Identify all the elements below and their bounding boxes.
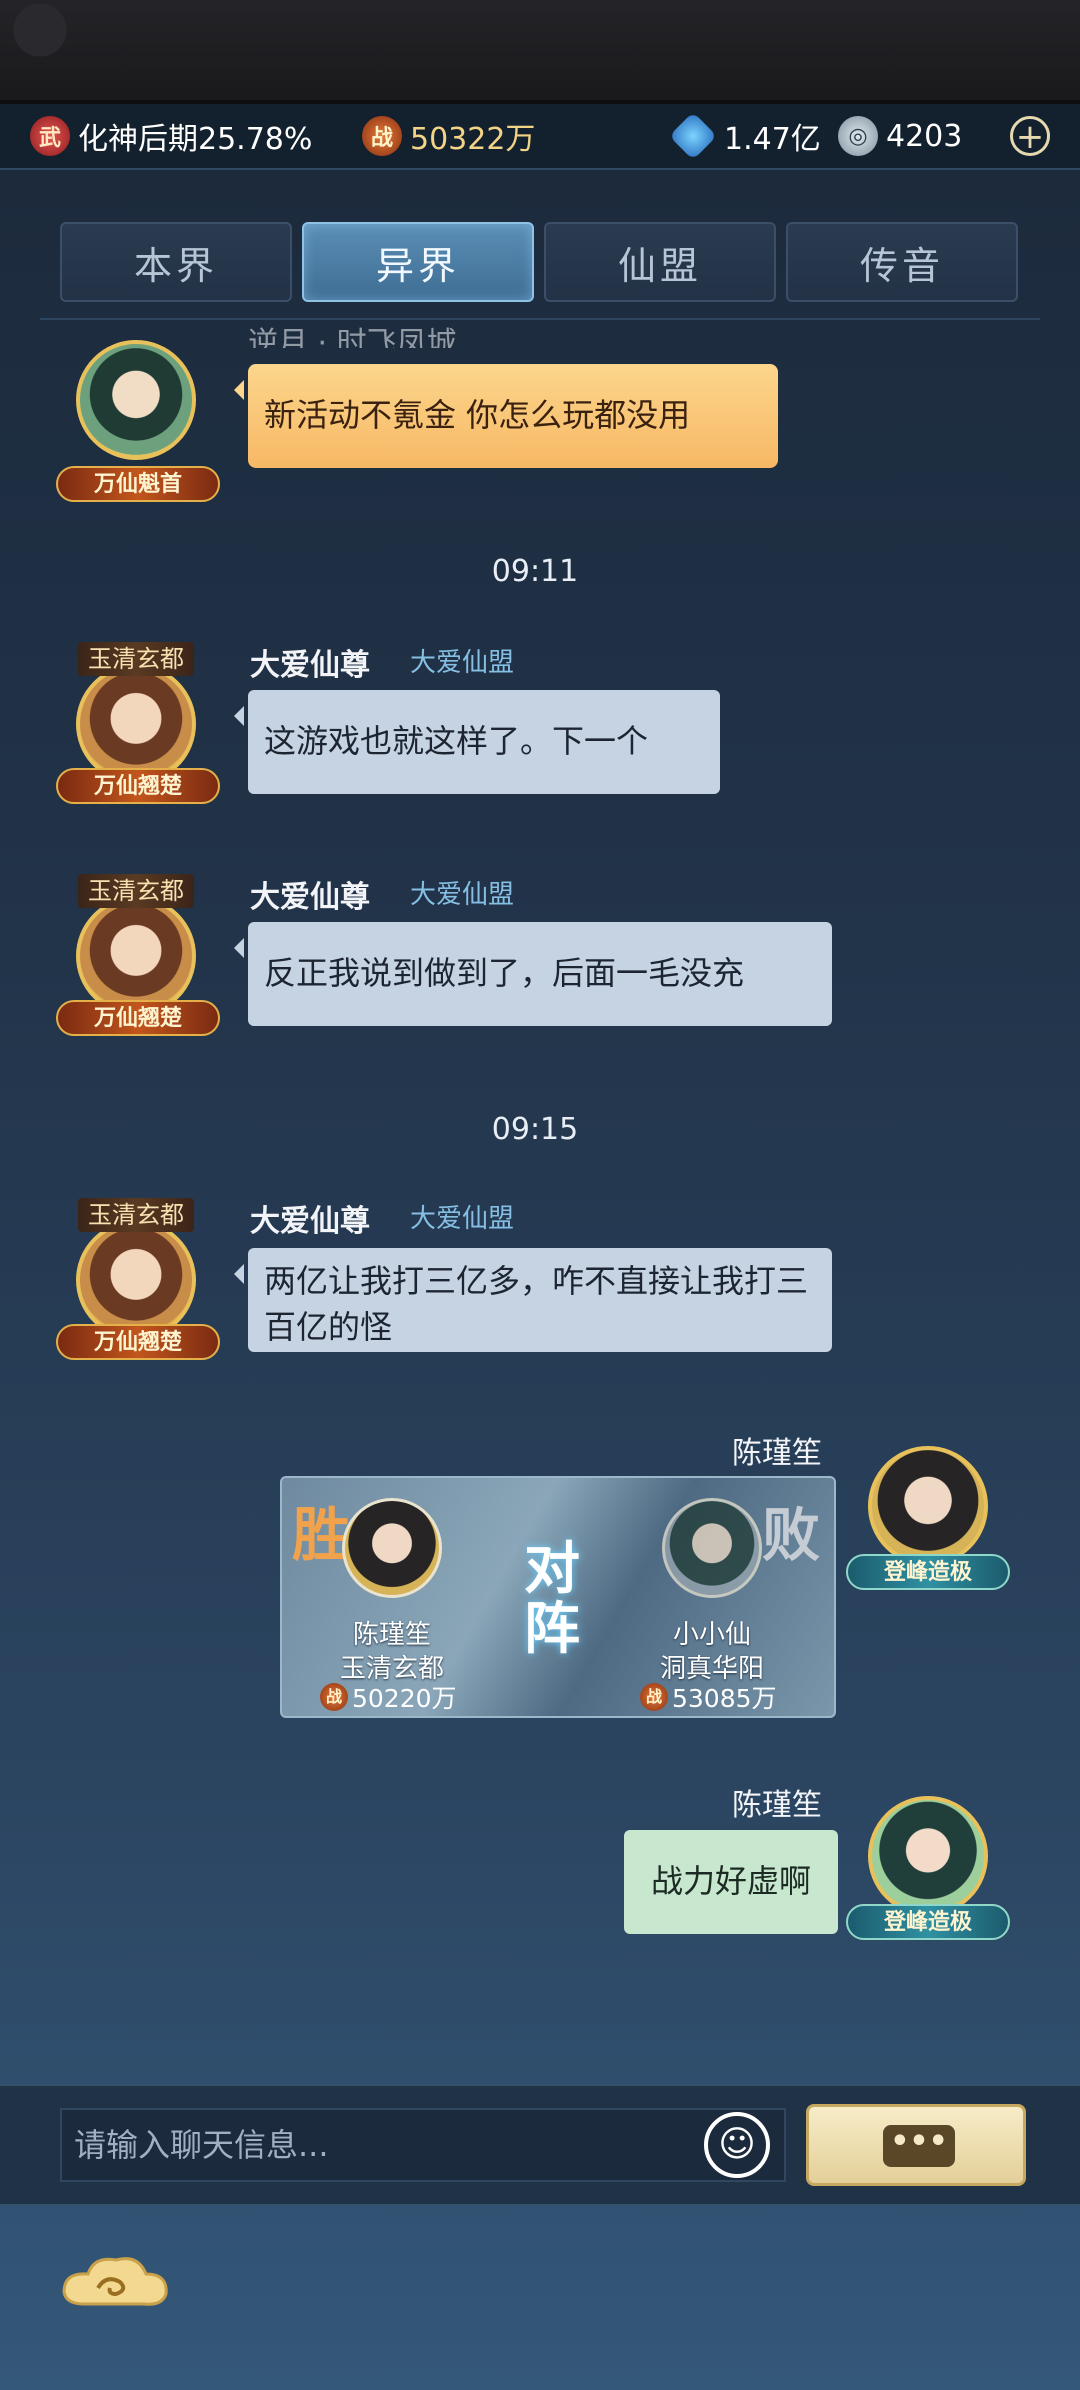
chat-bubble[interactable]: 这游戏也就这样了。下一个 <box>234 690 720 794</box>
message-icon: ••• <box>883 2125 955 2167</box>
chat-bubble[interactable]: 战力好虚啊 <box>624 1830 838 1934</box>
avatar[interactable]: 登峰造极 <box>846 1782 1010 1940</box>
send-button[interactable]: ••• <box>806 2104 1026 2186</box>
message-sender[interactable]: 大爱仙尊 <box>250 1196 370 1240</box>
avatar[interactable]: 万仙魁首 <box>56 340 220 502</box>
title-badge: 万仙翘楚 <box>56 768 220 804</box>
cloud-menu-icon[interactable] <box>54 2248 174 2318</box>
message-sender[interactable]: 大爱仙尊 <box>250 640 370 684</box>
timestamp: 09:11 <box>491 554 579 589</box>
sender-guild: 大爱仙盟 <box>410 880 515 910</box>
battle-record-card[interactable]: 胜 败 陈瑾笙 玉清玄都 战 50220万 对 阵 小小仙 洞真华阳 战 530… <box>280 1476 836 1718</box>
title-badge: 登峰造极 <box>846 1904 1010 1940</box>
coin-icon: ◎ <box>838 116 878 156</box>
combat-power-icon: 战 <box>320 1683 348 1711</box>
avatar-portrait <box>76 1220 196 1340</box>
title-badge: 万仙翘楚 <box>56 1324 220 1360</box>
avatar[interactable]: 登峰造极 <box>846 1432 1010 1590</box>
versus-label-2: 阵 <box>524 1596 580 1662</box>
top-decoration <box>0 0 1080 104</box>
player-name: 小小仙 <box>672 1620 751 1650</box>
combat-power-icon: 战 <box>640 1683 668 1711</box>
message-sender-partial: 逆月 · 时飞凤城 <box>248 326 457 348</box>
resource-bar: 武 化神后期25.78% 战 50322万 1.47亿 ◎ 4203 + <box>0 104 1080 170</box>
coin-value: 4203 <box>886 118 963 154</box>
avatar-portrait <box>76 896 196 1016</box>
player-name: 陈瑾笙 <box>352 1620 431 1650</box>
combat-power-value: 50322万 <box>410 122 536 157</box>
chat-channel-tabs: 本界 异界 仙盟 传音 <box>60 222 1018 302</box>
sender-guild: 大爱仙盟 <box>410 648 515 678</box>
add-currency-button[interactable]: + <box>1010 116 1050 156</box>
player-portrait <box>662 1498 762 1598</box>
chat-input[interactable]: 请输入聊天信息... <box>60 2108 786 2182</box>
avatar[interactable]: 玉清玄都 万仙翘楚 <box>56 642 220 804</box>
player-portrait <box>342 1498 442 1598</box>
message-sender[interactable]: 陈瑾笙 <box>732 1780 822 1824</box>
message-sender[interactable]: 大爱仙尊 <box>250 872 370 916</box>
timestamp: 09:15 <box>491 1112 579 1147</box>
tab-divider <box>40 318 1040 320</box>
sender-guild: 大爱仙盟 <box>410 1204 515 1234</box>
realm-progress: 武 化神后期25.78% <box>30 104 312 168</box>
combat-power: 战 50322万 <box>362 104 535 168</box>
crystal-icon <box>668 111 718 161</box>
coin-currency: ◎ 4203 <box>838 104 962 168</box>
avatar-title: 玉清玄都 <box>78 642 194 676</box>
wu-icon: 武 <box>30 116 70 156</box>
tab-yijie[interactable]: 异界 <box>302 222 534 302</box>
tab-benjie[interactable]: 本界 <box>60 222 292 302</box>
avatar-portrait <box>868 1446 988 1566</box>
tab-chuanyin[interactable]: 传音 <box>786 222 1018 302</box>
player-power: 战 53085万 <box>640 1680 800 1714</box>
battle-left-player: 陈瑾笙 玉清玄都 战 50220万 <box>282 1478 502 1716</box>
avatar-portrait <box>76 664 196 784</box>
tab-xianmeng[interactable]: 仙盟 <box>544 222 776 302</box>
chat-bubble[interactable]: 反正我说到做到了，后面一毛没充 <box>234 922 832 1026</box>
title-badge: 登峰造极 <box>846 1554 1010 1590</box>
crystal-currency: 1.47亿 <box>668 104 821 168</box>
title-badge: 万仙魁首 <box>56 466 220 502</box>
combat-power-icon: 战 <box>362 116 402 156</box>
chat-input-bar: 请输入聊天信息... ☺ ••• <box>0 2084 1080 2206</box>
player-power: 战 50220万 <box>320 1680 480 1714</box>
chat-bubble[interactable]: 两亿让我打三亿多，咋不直接让我打三百亿的怪 <box>234 1248 832 1352</box>
avatar-portrait <box>868 1796 988 1916</box>
player-power-value: 53085万 <box>672 1684 777 1713</box>
player-power-value: 50220万 <box>352 1684 457 1713</box>
message-sender[interactable]: 陈瑾笙 <box>732 1428 822 1472</box>
battle-right-player: 小小仙 洞真华阳 战 53085万 <box>602 1478 822 1716</box>
chat-bubble[interactable]: 新活动不氪金 你怎么玩都没用 <box>234 364 778 468</box>
avatar[interactable]: 玉清玄都 万仙翘楚 <box>56 874 220 1036</box>
avatar-title: 玉清玄都 <box>78 1198 194 1232</box>
emoji-icon[interactable]: ☺ <box>704 2112 770 2178</box>
crystal-value: 1.47亿 <box>724 122 821 157</box>
realm-text: 化神后期25.78% <box>78 122 313 157</box>
avatar-portrait <box>76 340 196 460</box>
title-badge: 万仙翘楚 <box>56 1000 220 1036</box>
avatar-title: 玉清玄都 <box>78 874 194 908</box>
avatar[interactable]: 玉清玄都 万仙翘楚 <box>56 1198 220 1360</box>
